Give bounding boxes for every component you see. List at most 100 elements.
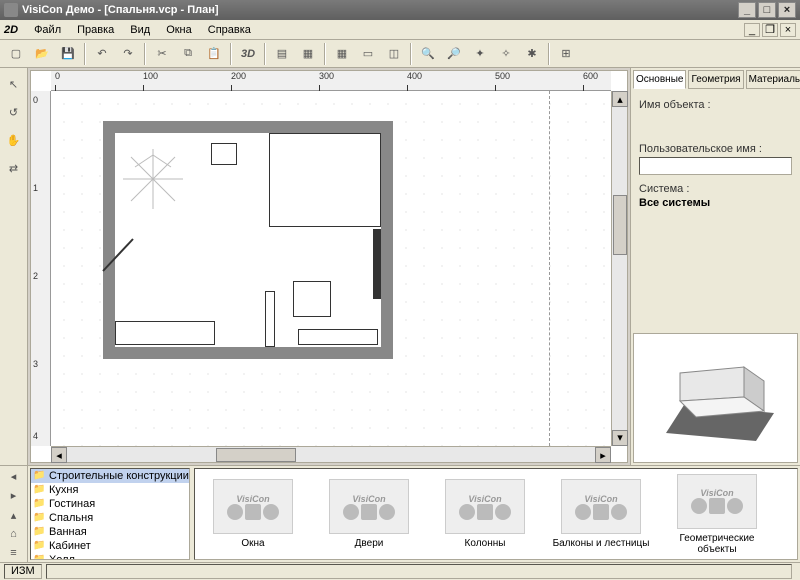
snap1-icon[interactable]: ✦ [468,42,492,66]
furniture-lamp[interactable] [265,291,275,347]
lib-view-icon[interactable]: ≡ [2,545,26,562]
open-icon[interactable]: 📂 [30,42,54,66]
tree-item-hall[interactable]: Холл [31,553,189,560]
furniture-chair[interactable] [293,281,331,317]
workarea: ↖ ↺ ✋ ⇄ 0 100 200 300 400 500 600 0 1 2 … [0,68,800,465]
catalog-label: Двери [315,538,423,549]
library-toolbar: ◂ ▸ ▴ ⌂ ≡ [0,466,28,562]
menu-file[interactable]: Файл [26,22,69,38]
snap2-icon[interactable]: ✧ [494,42,518,66]
furniture-dresser1[interactable] [115,321,215,345]
tab-geometry[interactable]: Геометрия [688,70,743,89]
copy-icon[interactable]: ⧉ [176,42,200,66]
menu-help[interactable]: Справка [200,22,259,38]
catalog-label: Колонны [431,538,539,549]
door-swing[interactable] [91,231,141,281]
scrollbar-vertical[interactable]: ▴ ▾ [611,91,627,446]
zoom-in-icon[interactable]: 🔍 [416,42,440,66]
tree-item-bathroom[interactable]: Ванная [31,525,189,539]
window-icon[interactable]: ▭ [356,42,380,66]
select-tool-icon[interactable]: ↖ [2,72,26,96]
tree-item-living[interactable]: Гостиная [31,497,189,511]
redo-icon[interactable]: ↷ [116,42,140,66]
scroll-up-button[interactable]: ▴ [612,91,628,107]
catalog-item-geom[interactable]: VisiCon Геометрические объекты [663,474,771,555]
catalog-label: Геометрические объекты [663,533,771,555]
scroll-left-button[interactable]: ◂ [51,447,67,463]
menu-windows[interactable]: Окна [158,22,200,38]
catalog-item-columns[interactable]: VisiCon Колонны [431,479,539,549]
layer-icon[interactable]: ▤ [270,42,294,66]
room-outline [103,121,393,359]
furniture-tv[interactable] [373,229,381,299]
scroll-thumb-v[interactable] [613,195,627,255]
grid-toggle-icon[interactable]: ⊞ [554,42,578,66]
paste-icon[interactable]: 📋 [202,42,226,66]
catalog-thumb: VisiCon [213,479,293,534]
canvas[interactable] [51,91,611,446]
mdi-close-button[interactable]: × [780,23,796,37]
panels-icon[interactable]: ◫ [382,42,406,66]
preview-3d-icon [646,343,786,453]
canvas-container: 0 100 200 300 400 500 600 0 1 2 3 4 [30,70,628,463]
close-button[interactable]: × [778,2,796,18]
scroll-right-button[interactable]: ▸ [595,447,611,463]
catalog-item-windows[interactable]: VisiCon Окна [199,479,307,549]
rotate-tool-icon[interactable]: ↺ [2,100,26,124]
system-value: Все системы [639,197,792,209]
zoom-out-icon[interactable]: 🔎 [442,42,466,66]
ruler-h-tick: 100 [143,71,158,91]
catalog-label: Окна [199,538,307,549]
ruler-v-tick: 3 [33,359,38,369]
ceiling-light-icon[interactable] [123,149,183,209]
layers-icon[interactable]: ▦ [296,42,320,66]
furniture-bed[interactable] [269,133,381,227]
user-name-input[interactable] [639,157,792,175]
object-name-label: Имя объекта : [639,99,792,111]
catalog-thumb: VisiCon [677,474,757,529]
menu-edit[interactable]: Правка [69,22,122,38]
preview-3d[interactable] [633,333,798,463]
tree-item-kitchen[interactable]: Кухня [31,483,189,497]
pan-tool-icon[interactable]: ✋ [2,128,26,152]
lib-home-icon[interactable]: ⌂ [2,526,26,543]
maximize-button[interactable]: □ [758,2,776,18]
mdi-minimize-button[interactable]: _ [744,23,760,37]
new-icon[interactable]: ▢ [4,42,28,66]
scroll-down-button[interactable]: ▾ [612,430,628,446]
tab-materials[interactable]: Материалы [746,70,800,89]
lib-up-icon[interactable]: ▴ [2,506,26,523]
mdi-restore-button[interactable]: ❐ [762,23,778,37]
ruler-h-tick: 400 [407,71,422,91]
furniture-dresser2[interactable] [298,329,378,345]
tree-item-office[interactable]: Кабинет [31,539,189,553]
furniture-nightstand[interactable] [211,143,237,165]
view3d-button[interactable]: 3D [236,42,260,66]
titlebar: VisiCon Демо - [Спальня.vcp - План] _ □ … [0,0,800,20]
ruler-h-tick: 300 [319,71,334,91]
library-tree[interactable]: Строительные конструкции Кухня Гостиная … [30,468,190,560]
catalog-item-doors[interactable]: VisiCon Двери [315,479,423,549]
menu-view[interactable]: Вид [122,22,158,38]
tree-item-bedroom[interactable]: Спальня [31,511,189,525]
app-icon [4,3,18,17]
catalog-list: VisiCon Окна VisiCon Двери VisiCon Колон… [194,468,798,560]
save-icon[interactable]: 💾 [56,42,80,66]
catalog-item-balconies[interactable]: VisiCon Балконы и лестницы [547,479,655,549]
tab-main[interactable]: Основные [633,70,686,89]
grid-icon[interactable]: ▦ [330,42,354,66]
undo-icon[interactable]: ↶ [90,42,114,66]
lib-fwd-icon[interactable]: ▸ [2,487,26,504]
ruler-v-tick: 2 [33,271,38,281]
scroll-thumb-h[interactable] [216,448,296,462]
cut-icon[interactable]: ✂ [150,42,174,66]
scrollbar-horizontal[interactable]: ◂ ▸ [51,446,611,462]
ruler-vertical: 0 1 2 3 4 [31,91,51,446]
mirror-tool-icon[interactable]: ⇄ [2,156,26,180]
lib-back-icon[interactable]: ◂ [2,468,26,485]
system-row: Система : Все системы [639,183,792,209]
tree-item-constructions[interactable]: Строительные конструкции [31,469,189,483]
minimize-button[interactable]: _ [738,2,756,18]
snap3-icon[interactable]: ✱ [520,42,544,66]
properties-panel: Основные Геометрия Материалы Имя объекта… [630,68,800,465]
